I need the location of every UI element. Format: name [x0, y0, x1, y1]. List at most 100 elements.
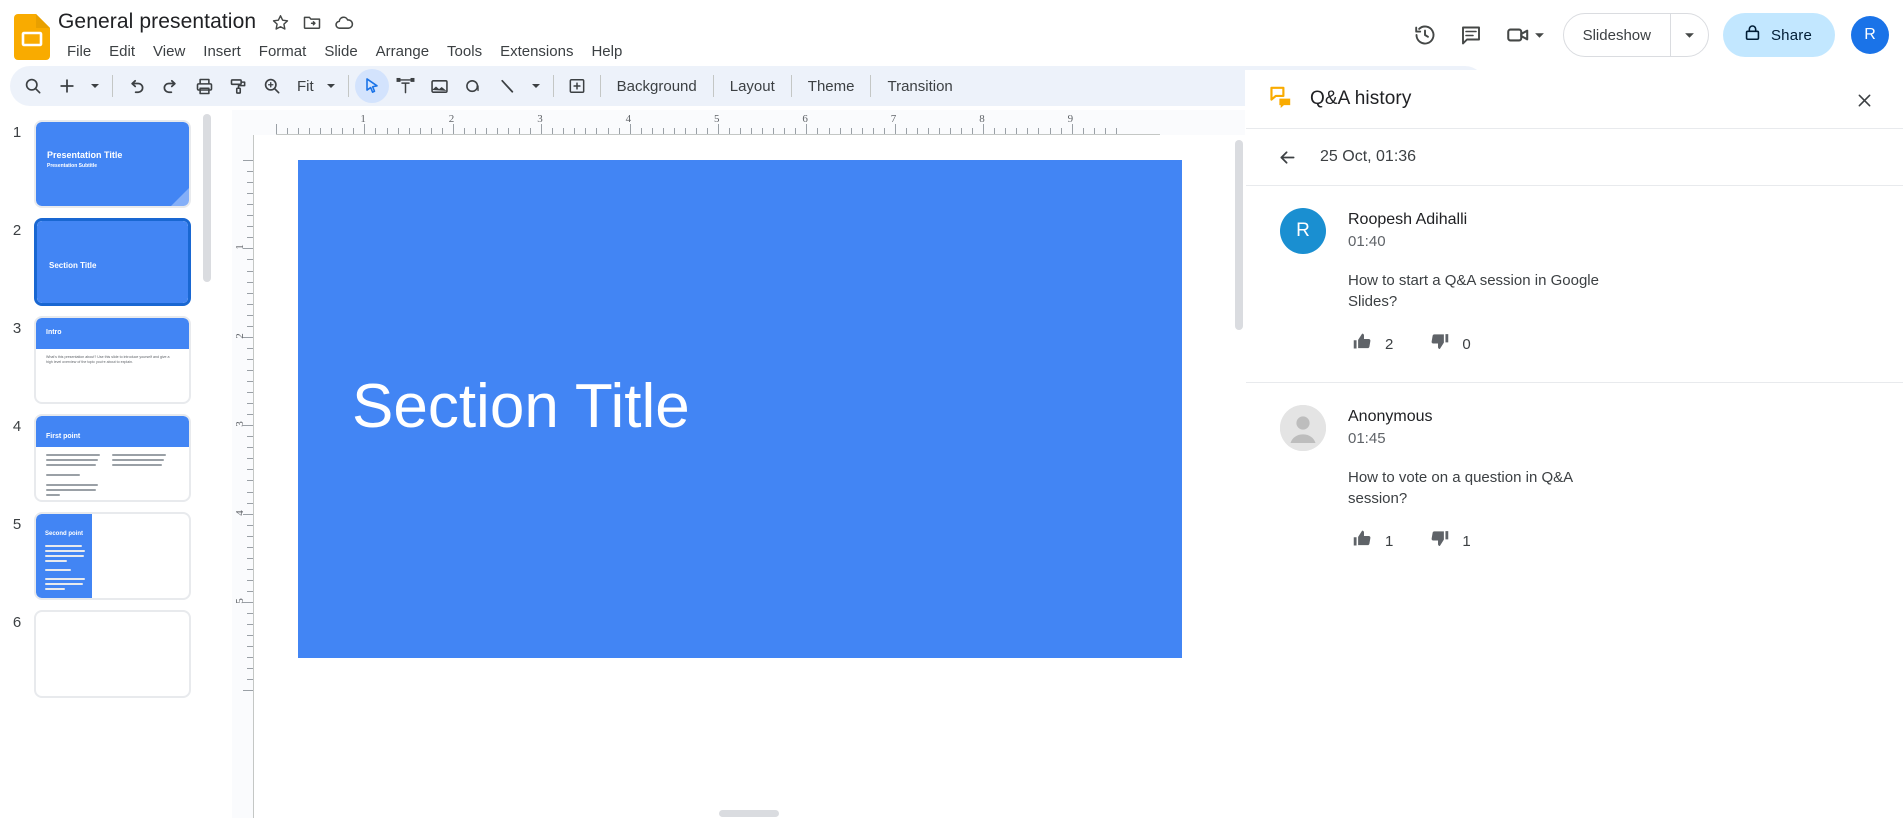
canvas-horizontal-scrollbar[interactable] — [719, 810, 779, 817]
google-slides-logo[interactable] — [14, 14, 50, 60]
downvote-button[interactable]: 1 — [1423, 523, 1476, 559]
filmstrip-slide-5[interactable]: 5 Second point — [0, 502, 232, 600]
canvas-vertical-scrollbar[interactable] — [1235, 140, 1243, 330]
print-icon[interactable] — [187, 69, 221, 103]
document-title[interactable]: General presentation — [58, 8, 262, 36]
slide-thumbnail[interactable]: Second point — [34, 512, 191, 600]
ruler-tick — [247, 381, 253, 382]
upvote-count: 1 — [1385, 533, 1393, 550]
paint-format-icon[interactable] — [221, 69, 255, 103]
ruler-tick — [247, 315, 253, 316]
ruler-tick — [247, 469, 253, 470]
ruler-number: 8 — [979, 113, 985, 125]
slide-filmstrip[interactable]: 1 Presentation Title Presentation Subtit… — [0, 110, 232, 818]
qa-question-item[interactable]: Anonymous 01:45 How to vote on a questio… — [1246, 382, 1903, 579]
menu-view[interactable]: View — [144, 40, 194, 64]
menu-insert[interactable]: Insert — [194, 40, 250, 64]
filmstrip-scrollbar[interactable] — [203, 114, 211, 282]
ruler-tick — [247, 503, 253, 504]
filmstrip-slide-4[interactable]: 4 First point — [0, 404, 232, 502]
version-history-icon[interactable] — [1403, 13, 1447, 57]
ruler-tick — [247, 326, 253, 327]
ruler-tick — [247, 679, 253, 680]
menu-tools[interactable]: Tools — [438, 40, 491, 64]
menu-extensions[interactable]: Extensions — [491, 40, 582, 64]
ruler-tick — [342, 128, 343, 134]
user-avatar[interactable]: R — [1851, 16, 1889, 54]
ruler-tick — [247, 182, 253, 183]
vertical-ruler[interactable]: 12345 — [232, 135, 254, 818]
ruler-tick — [247, 171, 253, 172]
redo-icon[interactable] — [153, 69, 187, 103]
cloud-saved-icon[interactable] — [330, 8, 358, 36]
zoom-icon[interactable] — [255, 69, 289, 103]
add-comment-icon[interactable] — [560, 69, 594, 103]
avatar — [1280, 405, 1326, 451]
slide-thumbnail[interactable]: Intro What's this presentation about? Us… — [34, 316, 191, 404]
ruler-tick — [1083, 128, 1084, 134]
current-slide[interactable]: Section Title — [298, 160, 1182, 658]
ruler-tick — [247, 613, 253, 614]
slideshow-dropdown-button[interactable] — [1670, 14, 1708, 56]
transition-button[interactable]: Transition — [877, 70, 962, 102]
menu-edit[interactable]: Edit — [100, 40, 144, 64]
filmstrip-slide-1[interactable]: 1 Presentation Title Presentation Subtit… — [0, 110, 232, 208]
qa-question-item[interactable]: R Roopesh Adihalli 01:40 How to start a … — [1246, 185, 1903, 382]
undo-icon[interactable] — [119, 69, 153, 103]
ruler-tick — [652, 128, 653, 134]
ruler-tick — [574, 128, 575, 134]
new-slide-icon[interactable] — [50, 69, 84, 103]
layout-button[interactable]: Layout — [720, 70, 785, 102]
zoom-dropdown-icon[interactable] — [320, 69, 342, 103]
select-tool-icon[interactable] — [355, 69, 389, 103]
share-button[interactable]: Share — [1723, 13, 1835, 57]
slide-thumbnail[interactable]: First point — [34, 414, 191, 502]
insert-image-icon[interactable] — [423, 69, 457, 103]
new-slide-dropdown-icon[interactable] — [84, 69, 106, 103]
slide-thumbnail-selected[interactable]: Section Title — [34, 218, 191, 306]
back-arrow-icon[interactable] — [1270, 140, 1304, 174]
upvote-button[interactable]: 2 — [1346, 326, 1399, 362]
filmstrip-slide-3[interactable]: 3 Intro What's this presentation about? … — [0, 306, 232, 404]
move-to-folder-icon[interactable] — [298, 8, 326, 36]
comment-icon[interactable] — [1449, 13, 1493, 57]
theme-button[interactable]: Theme — [798, 70, 865, 102]
menu-slide[interactable]: Slide — [315, 40, 366, 64]
search-icon[interactable] — [16, 69, 50, 103]
ruler-tick — [247, 414, 253, 415]
filmstrip-slide-2[interactable]: 2 Section Title — [0, 208, 232, 306]
share-label: Share — [1771, 27, 1812, 44]
slideshow-button[interactable]: Slideshow — [1564, 14, 1670, 56]
ruler-tick — [309, 128, 310, 134]
upvote-button[interactable]: 1 — [1346, 523, 1399, 559]
menu-format[interactable]: Format — [250, 40, 316, 64]
filmstrip-slide-6[interactable]: 6 — [0, 600, 232, 698]
line-icon[interactable] — [491, 69, 525, 103]
thumbnail-content — [36, 612, 189, 696]
text-box-icon[interactable] — [389, 69, 423, 103]
menu-help[interactable]: Help — [582, 40, 631, 64]
slide-canvas[interactable]: Section Title — [254, 135, 1245, 818]
ruler-tick — [247, 282, 253, 283]
slide-thumbnail[interactable]: Presentation Title Presentation Subtitle — [34, 120, 191, 208]
slide-thumbnail[interactable] — [34, 610, 191, 698]
star-icon[interactable] — [266, 8, 294, 36]
close-icon[interactable] — [1848, 84, 1880, 116]
zoom-level-value[interactable]: Fit — [289, 70, 320, 102]
meet-call-button[interactable] — [1495, 13, 1551, 57]
downvote-button[interactable]: 0 — [1423, 326, 1476, 362]
ruler-tick — [247, 657, 253, 658]
thumbs-up-icon — [1352, 331, 1373, 357]
ruler-tick — [696, 128, 697, 134]
horizontal-ruler[interactable]: 123456789 — [232, 110, 1245, 135]
ruler-tick — [243, 160, 253, 161]
slide-title-textbox[interactable]: Section Title — [352, 372, 690, 442]
ruler-tick — [247, 536, 253, 537]
line-dropdown-icon[interactable] — [525, 69, 547, 103]
ruler-tick — [247, 370, 253, 371]
background-button[interactable]: Background — [607, 70, 707, 102]
slide-number: 6 — [0, 610, 34, 631]
shape-icon[interactable] — [457, 69, 491, 103]
menu-file[interactable]: File — [58, 40, 100, 64]
menu-arrange[interactable]: Arrange — [367, 40, 438, 64]
